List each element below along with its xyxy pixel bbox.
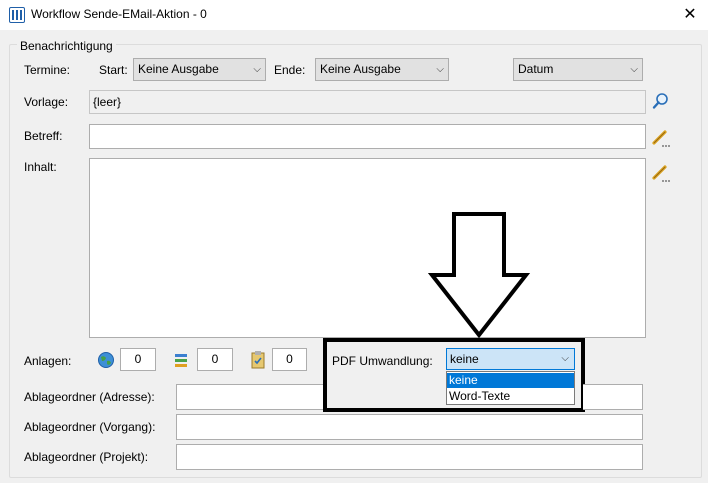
ende-label: Ende:: [274, 63, 306, 77]
close-button[interactable]: ✕: [676, 3, 704, 27]
magnifier-icon[interactable]: [652, 92, 670, 110]
globe-icon: [97, 351, 115, 369]
ende-select-value: Keine Ausgabe: [320, 62, 401, 76]
vorlage-field: {leer}: [89, 90, 646, 114]
ablage-adresse-label: Ablageordner (Adresse):: [24, 390, 155, 404]
attachment-count-web[interactable]: 0: [120, 348, 156, 371]
start-select[interactable]: Keine Ausgabe ⌵: [133, 58, 266, 81]
chevron-down-icon: ⌵: [253, 64, 261, 75]
ablage-projekt-label: Ablageordner (Projekt):: [24, 450, 149, 464]
ablage-vorgang-input[interactable]: [176, 414, 643, 440]
pencil-icon[interactable]: [651, 128, 671, 148]
ende-select[interactable]: Keine Ausgabe ⌵: [315, 58, 449, 81]
ablage-adresse-input[interactable]: [176, 384, 323, 410]
anlagen-label: Anlagen:: [24, 354, 72, 368]
pdf-select-value: keine: [450, 352, 479, 366]
ablage-projekt-input[interactable]: [176, 444, 643, 470]
ablage-adresse-input-end[interactable]: [583, 384, 643, 410]
pencil-icon[interactable]: [651, 163, 671, 183]
pdf-dropdown-list: keine Word-Texte: [446, 371, 575, 405]
betreff-input[interactable]: [89, 124, 646, 149]
inhalt-textarea[interactable]: [89, 158, 646, 338]
chevron-down-icon: ⌵: [436, 64, 444, 75]
pdf-option-word-texte[interactable]: Word-Texte: [447, 389, 574, 404]
chevron-down-icon: ⌵: [630, 64, 638, 75]
pdf-umwandlung-select[interactable]: keine ⌵: [446, 348, 575, 370]
date-format-select[interactable]: Datum ⌵: [513, 58, 643, 81]
documents-icon: [173, 351, 191, 369]
date-format-value: Datum: [518, 62, 554, 76]
vorlage-label: Vorlage:: [24, 95, 69, 109]
workflow-app-icon: [9, 7, 25, 23]
start-label: Start:: [99, 63, 128, 77]
task-icon: [250, 350, 268, 370]
pdf-option-keine[interactable]: keine: [447, 373, 574, 388]
pdf-umwandlung-label: PDF Umwandlung:: [332, 354, 433, 368]
betreff-label: Betreff:: [24, 129, 63, 143]
start-select-value: Keine Ausgabe: [138, 62, 219, 76]
window-title: Workflow Sende-EMail-Aktion - 0: [31, 7, 207, 21]
chevron-down-icon: ⌵: [561, 353, 569, 364]
down-arrow-annotation: [426, 211, 532, 339]
attachment-count-tasks[interactable]: 0: [272, 348, 307, 371]
termine-label: Termine:: [24, 63, 71, 77]
attachment-count-docs[interactable]: 0: [197, 348, 233, 371]
inhalt-label: Inhalt:: [24, 160, 57, 174]
ablage-vorgang-label: Ablageordner (Vorgang):: [24, 420, 156, 434]
group-title: Benachrichtigung: [17, 39, 116, 53]
